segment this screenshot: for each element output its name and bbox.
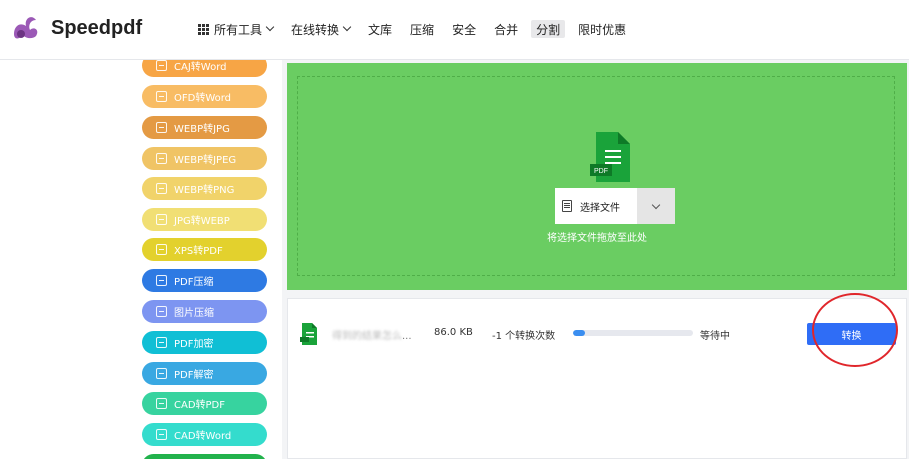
image-icon [156, 91, 167, 102]
top-header: Speedpdf 所有工具 在线转换 文库 压缩 安全 合并 分割 限时优惠 [0, 0, 909, 60]
sidebar-item-image-compress[interactable]: 图片压缩 [142, 300, 267, 323]
sidebar-item-label: XPS转PDF [174, 246, 223, 257]
progress-bar [573, 330, 693, 336]
file-name-blurred: 得到的结果怎么 [332, 331, 402, 342]
nav-security[interactable]: 安全 [452, 20, 476, 38]
file-icon [562, 200, 572, 212]
sidebar-item-label: WEBP转JPEG [174, 155, 237, 166]
main-nav: 所有工具 在线转换 文库 压缩 安全 合并 分割 限时优惠 [198, 20, 644, 38]
choose-source-dropdown[interactable] [637, 188, 675, 224]
sidebar-item-partial[interactable] [142, 454, 267, 459]
sidebar-item-label: PDF加密 [174, 339, 214, 350]
file-row: 得到的结果怎么... 86.0 KB -1 个转换次数 等待中 转换 [288, 321, 906, 347]
image-icon [156, 429, 167, 440]
sidebar-item-label: WEBP转PNG [174, 185, 235, 196]
convert-count: -1 个转换次数 [492, 331, 556, 342]
image-icon [156, 153, 167, 164]
sidebar-item-webp-to-jpg[interactable]: WEBP转JPG [142, 116, 267, 139]
speedpdf-logo-icon[interactable] [10, 12, 42, 44]
sidebar-item-webp-to-png[interactable]: WEBP转PNG [142, 177, 267, 200]
brand-name[interactable]: Speedpdf [51, 17, 142, 40]
upload-dropzone[interactable]: PDF 选择文件 将选择文件拖放至此处 [287, 63, 907, 290]
sidebar-item-label: WEBP转JPG [174, 124, 230, 135]
choose-file-control: 选择文件 [555, 188, 675, 224]
pdf-file-icon: PDF [590, 132, 630, 182]
chevron-down-icon [265, 22, 275, 32]
drop-hint-text: 将选择文件拖放至此处 [547, 233, 647, 244]
image-icon [156, 183, 167, 194]
convert-button[interactable]: 转换 [807, 323, 896, 345]
sidebar-item-label: OFD转Word [174, 93, 232, 104]
sidebar-item-label: JPG转WEBP [174, 216, 230, 227]
sidebar-item-pdf-compress[interactable]: PDF压缩 [142, 269, 267, 292]
image-icon [156, 214, 167, 225]
image-icon [156, 60, 167, 71]
compress-icon [156, 275, 167, 286]
nav-compress[interactable]: 压缩 [410, 20, 434, 38]
image-icon [156, 398, 167, 409]
sidebar-item-label: CAD转Word [174, 431, 232, 442]
tool-sidebar: CAJ转Word OFD转Word WEBP转JPG WEBP转JPEG WEB… [0, 60, 282, 459]
nav-merge[interactable]: 合并 [494, 20, 518, 38]
sidebar-item-caj-to-word[interactable]: CAJ转Word [142, 60, 267, 77]
nav-promo[interactable]: 限时优惠 [578, 20, 626, 38]
file-name: 得到的结果怎么... [332, 327, 412, 342]
nav-all-tools-label: 所有工具 [214, 22, 263, 37]
sidebar-item-label: PDF解密 [174, 370, 214, 381]
chevron-down-icon [342, 22, 352, 32]
sidebar-item-ofd-to-word[interactable]: OFD转Word [142, 85, 267, 108]
file-queue-panel: 得到的结果怎么... 86.0 KB -1 个转换次数 等待中 转换 [287, 298, 907, 459]
file-status: 等待中 [700, 331, 730, 342]
progress-fill [573, 330, 585, 336]
sidebar-item-label: PDF压缩 [174, 277, 214, 288]
unlock-icon [156, 368, 167, 379]
grid-icon [198, 23, 209, 35]
pdf-file-icon [300, 323, 317, 345]
sidebar-item-pdf-encrypt[interactable]: PDF加密 [142, 331, 267, 354]
nav-all-tools[interactable]: 所有工具 [198, 20, 275, 38]
choose-file-label: 选择文件 [580, 202, 620, 214]
sidebar-item-label: CAD转PDF [174, 400, 226, 411]
compress-icon [156, 306, 167, 317]
nav-online-convert-label: 在线转换 [291, 22, 340, 37]
sidebar-item-cad-to-word[interactable]: CAD转Word [142, 423, 267, 446]
nav-split[interactable]: 分割 [531, 20, 566, 38]
sidebar-item-label: CAJ转Word [174, 62, 227, 73]
file-name-suffix: ... [402, 331, 412, 342]
nav-online-convert[interactable]: 在线转换 [291, 20, 352, 38]
chevron-down-icon [651, 200, 661, 209]
pdf-badge-label: PDF [594, 168, 608, 175]
sidebar-item-webp-to-jpeg[interactable]: WEBP转JPEG [142, 147, 267, 170]
sidebar-item-xps-to-pdf[interactable]: XPS转PDF [142, 238, 267, 261]
file-size: 86.0 KB [434, 327, 473, 338]
sidebar-item-cad-to-pdf[interactable]: CAD转PDF [142, 392, 267, 415]
sidebar-item-jpg-to-webp[interactable]: JPG转WEBP [142, 208, 267, 231]
upload-dashed-area[interactable]: PDF 选择文件 将选择文件拖放至此处 [297, 76, 895, 276]
sidebar-item-label: 图片压缩 [174, 308, 214, 319]
sidebar-item-pdf-decrypt[interactable]: PDF解密 [142, 362, 267, 385]
choose-file-button[interactable]: 选择文件 [555, 188, 637, 224]
image-icon [156, 122, 167, 133]
lock-icon [156, 337, 167, 348]
document-icon [156, 244, 167, 255]
nav-library[interactable]: 文库 [368, 20, 392, 38]
